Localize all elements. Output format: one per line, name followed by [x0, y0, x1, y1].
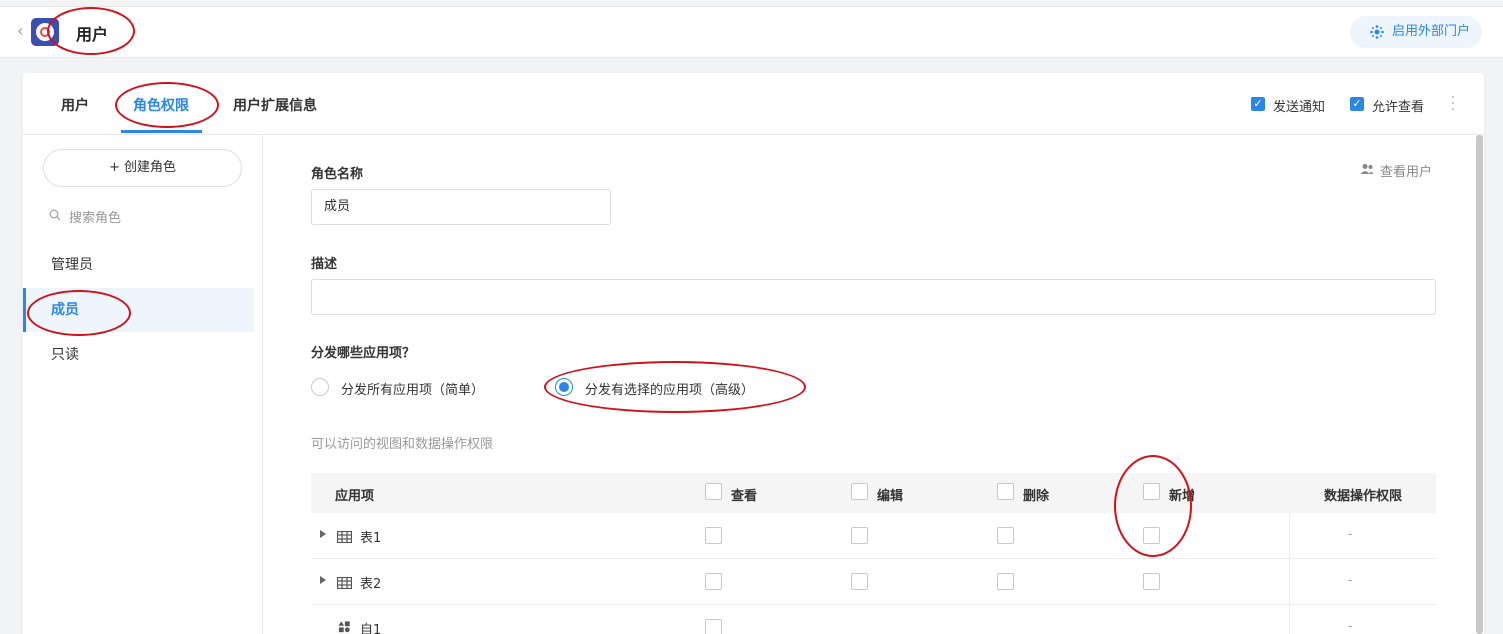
- app-item-name: 自1: [360, 623, 382, 634]
- column-data-ops: 数据操作权限: [1324, 489, 1403, 504]
- expand-caret-icon[interactable]: [320, 576, 326, 584]
- data-ops-value: -: [1348, 527, 1353, 541]
- delete-checkbox[interactable]: [997, 573, 1014, 590]
- distribute-question-label: 分发哪些应用项？: [311, 346, 416, 361]
- role-search-placeholder: 搜索角色: [69, 211, 122, 226]
- role-search-input[interactable]: 搜索角色: [49, 207, 121, 226]
- column-edit-label: 编辑: [877, 489, 904, 504]
- add-checkbox[interactable]: [1143, 527, 1160, 544]
- page-title: 用户: [76, 25, 109, 44]
- radio-dot: [311, 378, 329, 396]
- send-notification-checkbox[interactable]: ✓ 发送通知: [1251, 96, 1325, 115]
- data-ops-value: -: [1348, 573, 1353, 587]
- custom-page-icon: [338, 621, 350, 633]
- table-icon: [337, 531, 352, 543]
- column-add-label: 新增: [1169, 489, 1196, 504]
- view-checkbox[interactable]: [705, 619, 722, 634]
- permissions-hint: 可以访问的视图和数据操作权限: [311, 437, 494, 452]
- tab-user-extended-info[interactable]: 用户扩展信息: [233, 95, 317, 115]
- checkbox[interactable]: [1143, 483, 1160, 500]
- enable-portal-label: 启用外部门户: [1392, 24, 1471, 39]
- search-icon: [49, 209, 61, 221]
- column-view-label: 查看: [731, 489, 758, 504]
- app-logo: [31, 18, 59, 46]
- role-item-readonly[interactable]: 只读: [23, 333, 254, 377]
- role-name-input[interactable]: 成员: [311, 189, 611, 225]
- checkmark-icon: ✓: [1350, 97, 1364, 111]
- description-input[interactable]: [311, 279, 1436, 315]
- table-header: 应用项 查看 编辑 删除 新增 数据操作权限: [311, 473, 1436, 513]
- main-card: 用户 角色权限 用户扩展信息 ✓ 发送通知 ✓ 允许查看 · · · + 创建角色 …: [23, 73, 1484, 634]
- view-users-button[interactable]: 查看用户: [1360, 161, 1432, 180]
- delete-checkbox[interactable]: [997, 527, 1014, 544]
- role-item-admin[interactable]: 管理员: [23, 243, 254, 287]
- more-vertical-icon[interactable]: · · ·: [1450, 91, 1456, 117]
- role-item-member[interactable]: 成员: [23, 288, 254, 332]
- column-divider: [1289, 605, 1290, 634]
- active-tab-indicator: [121, 130, 202, 133]
- column-edit-checkbox[interactable]: 编辑: [851, 483, 904, 504]
- column-divider: [1289, 513, 1290, 559]
- expand-caret-icon[interactable]: [320, 530, 326, 538]
- role-sidebar: + 创建角色 搜索角色 管理员 成员 只读: [23, 135, 263, 634]
- tab-role-permissions[interactable]: 角色权限: [133, 95, 189, 115]
- enable-portal-button[interactable]: 启用外部门户: [1350, 16, 1482, 48]
- edit-checkbox[interactable]: [851, 527, 868, 544]
- column-view-checkbox[interactable]: 查看: [705, 483, 758, 504]
- view-checkbox[interactable]: [705, 573, 722, 590]
- add-checkbox[interactable]: [1143, 573, 1160, 590]
- top-bar: ‹ 用户 启用外部门户: [0, 6, 1503, 58]
- table-row: 表1 -: [311, 513, 1436, 559]
- checkbox[interactable]: [705, 483, 722, 500]
- app-item-name: 表2: [360, 577, 382, 592]
- edit-checkbox[interactable]: [851, 573, 868, 590]
- tab-users[interactable]: 用户: [61, 95, 89, 115]
- view-users-label: 查看用户: [1380, 165, 1433, 180]
- allow-view-checkbox[interactable]: ✓ 允许查看: [1350, 96, 1424, 115]
- tab-bar: 用户 角色权限 用户扩展信息 ✓ 发送通知 ✓ 允许查看 · · ·: [23, 73, 1484, 135]
- column-divider: [1289, 559, 1290, 605]
- role-detail-panel: 角色名称 查看用户 成员 描述 分发哪些应用项？ 分发所有应用项（简单） 分发有…: [263, 135, 1484, 634]
- role-name-label: 角色名称: [311, 167, 364, 182]
- view-checkbox[interactable]: [705, 527, 722, 544]
- radio-dot: [555, 378, 573, 396]
- table-icon: [337, 577, 352, 589]
- radio-distribute-selected[interactable]: 分发有选择的应用项（高级）: [555, 378, 755, 398]
- send-notification-label: 发送通知: [1273, 100, 1326, 115]
- radio-distribute-all-label: 分发所有应用项（简单）: [341, 383, 485, 398]
- users-icon: [1360, 164, 1374, 174]
- column-delete-checkbox[interactable]: 删除: [997, 483, 1050, 504]
- checkmark-icon: ✓: [1251, 97, 1265, 111]
- radio-distribute-all[interactable]: 分发所有应用项（简单）: [311, 378, 485, 398]
- data-ops-value: -: [1348, 619, 1353, 633]
- description-label: 描述: [311, 257, 338, 272]
- vertical-scrollbar[interactable]: [1476, 135, 1483, 634]
- table-row: 自1 -: [311, 605, 1436, 634]
- column-add-checkbox[interactable]: 新增: [1143, 483, 1196, 504]
- checkbox[interactable]: [851, 483, 868, 500]
- portal-icon: [1370, 25, 1384, 39]
- checkbox[interactable]: [997, 483, 1014, 500]
- chevron-left-icon[interactable]: ‹: [17, 23, 29, 39]
- table-row: 表2 -: [311, 559, 1436, 605]
- create-role-button[interactable]: + 创建角色: [43, 149, 242, 187]
- allow-view-label: 允许查看: [1372, 100, 1425, 115]
- column-delete-label: 删除: [1023, 489, 1050, 504]
- column-app-item: 应用项: [335, 489, 375, 504]
- radio-distribute-selected-label: 分发有选择的应用项（高级）: [585, 383, 755, 398]
- app-item-name: 表1: [360, 531, 382, 546]
